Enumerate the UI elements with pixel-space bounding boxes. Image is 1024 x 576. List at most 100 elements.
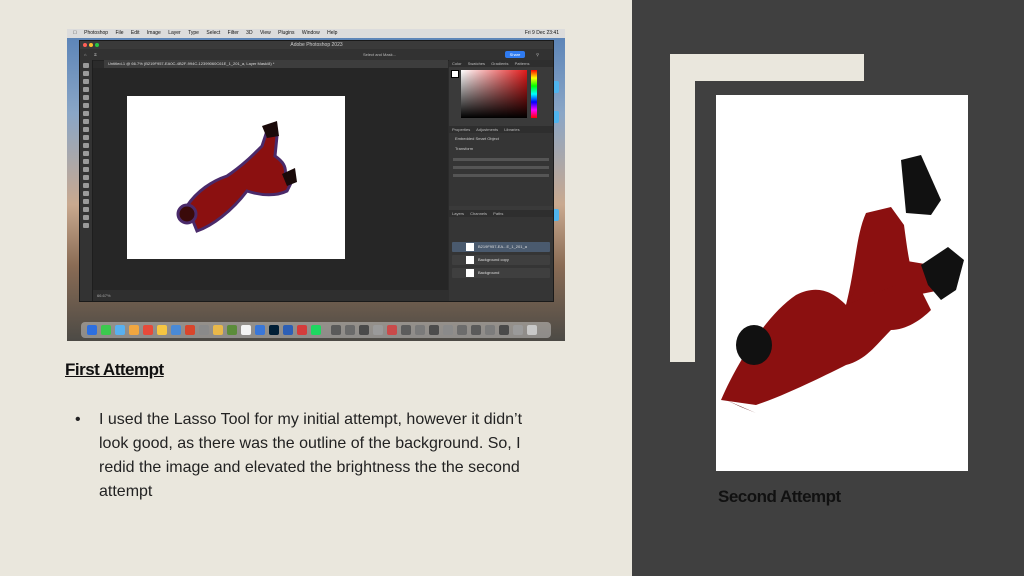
- stamp-tool-icon[interactable]: [83, 135, 89, 140]
- eyedropper-tool-icon[interactable]: [83, 111, 89, 116]
- menu-view[interactable]: View: [260, 30, 271, 36]
- messages-icon[interactable]: [101, 325, 111, 335]
- type-tool-icon[interactable]: [83, 191, 89, 196]
- brush-tool-icon[interactable]: [83, 127, 89, 132]
- hue-slider[interactable]: [531, 70, 537, 118]
- recent-app-icon[interactable]: [499, 325, 509, 335]
- layer-row[interactable]: B219F957-EA...E_1_201_a: [452, 242, 550, 252]
- recent-app-icon[interactable]: [387, 325, 397, 335]
- minecraft-icon[interactable]: [227, 325, 237, 335]
- recent-app-icon[interactable]: [429, 325, 439, 335]
- color-picker-field[interactable]: [461, 70, 527, 118]
- recent-app-icon[interactable]: [415, 325, 425, 335]
- spotify-icon[interactable]: [311, 325, 321, 335]
- tab-adjustments[interactable]: Adjustments: [476, 127, 498, 132]
- menu-3d[interactable]: 3D: [246, 30, 252, 36]
- maximize-window-icon[interactable]: [95, 43, 99, 47]
- close-window-icon[interactable]: [83, 43, 87, 47]
- photos-icon[interactable]: [129, 325, 139, 335]
- properties-row[interactable]: [453, 174, 549, 177]
- tab-color[interactable]: Color: [452, 61, 462, 66]
- document-canvas[interactable]: [127, 96, 345, 259]
- recent-app-icon[interactable]: [345, 325, 355, 335]
- tab-patterns[interactable]: Patterns: [515, 61, 530, 66]
- recent-app-icon[interactable]: [471, 325, 481, 335]
- recent-app-icon[interactable]: [331, 325, 341, 335]
- document-tab[interactable]: Untitled-1 @ 66.7% (B219F957-EA0C-4B2F-9…: [104, 60, 448, 68]
- quick-select-tool-icon[interactable]: [83, 87, 89, 92]
- recent-app-icon[interactable]: [485, 325, 495, 335]
- lasso-tool-icon[interactable]: ⧖: [94, 49, 97, 60]
- move-tool-icon[interactable]: [83, 63, 89, 68]
- photoshop-dock-icon[interactable]: [269, 325, 279, 335]
- pen-tool-icon[interactable]: [83, 183, 89, 188]
- eraser-tool-icon[interactable]: [83, 151, 89, 156]
- app-icon[interactable]: [241, 325, 251, 335]
- foreground-color-swatch[interactable]: [451, 70, 459, 78]
- chrome-icon[interactable]: [255, 325, 265, 335]
- history-brush-icon[interactable]: [83, 143, 89, 148]
- canvas-area[interactable]: [93, 68, 448, 290]
- search-icon[interactable]: ⚲: [536, 49, 539, 60]
- menu-file[interactable]: File: [115, 30, 123, 36]
- shape-tool-icon[interactable]: [83, 207, 89, 212]
- marquee-tool-icon[interactable]: [83, 71, 89, 76]
- recent-app-icon[interactable]: [359, 325, 369, 335]
- tab-layers[interactable]: Layers: [452, 211, 464, 216]
- frame-tool-icon[interactable]: [83, 103, 89, 108]
- menu-plugins[interactable]: Plugins: [278, 30, 294, 36]
- tab-channels[interactable]: Channels: [470, 211, 487, 216]
- gradient-tool-icon[interactable]: [83, 159, 89, 164]
- menu-edit[interactable]: Edit: [131, 30, 140, 36]
- tab-libraries[interactable]: Libraries: [504, 127, 519, 132]
- tab-paths[interactable]: Paths: [493, 211, 503, 216]
- app-icon[interactable]: [297, 325, 307, 335]
- appstore-icon[interactable]: [171, 325, 181, 335]
- properties-row[interactable]: [453, 158, 549, 161]
- path-select-icon[interactable]: [83, 199, 89, 204]
- zoom-tool-icon[interactable]: [83, 223, 89, 228]
- music-icon[interactable]: [185, 325, 195, 335]
- menu-window[interactable]: Window: [302, 30, 320, 36]
- settings-icon[interactable]: [199, 325, 209, 335]
- menu-type[interactable]: Type: [188, 30, 199, 36]
- apple-icon[interactable]: : [73, 30, 77, 36]
- tab-swatches[interactable]: Swatches: [468, 61, 485, 66]
- tab-properties[interactable]: Properties: [452, 127, 470, 132]
- minimize-window-icon[interactable]: [89, 43, 93, 47]
- recent-app-icon[interactable]: [373, 325, 383, 335]
- trash-icon[interactable]: [527, 325, 537, 335]
- calendar-icon[interactable]: [143, 325, 153, 335]
- menu-photoshop[interactable]: Photoshop: [84, 30, 108, 36]
- color-panel-tabs: Color Swatches Gradients Patterns: [449, 60, 553, 67]
- mac-menubar:  Photoshop File Edit Image Layer Type S…: [67, 29, 565, 38]
- menu-layer[interactable]: Layer: [168, 30, 181, 36]
- menu-image[interactable]: Image: [147, 30, 161, 36]
- recent-app-icon[interactable]: [457, 325, 467, 335]
- notes-icon[interactable]: [157, 325, 167, 335]
- menu-filter[interactable]: Filter: [228, 30, 239, 36]
- lasso-tool-icon[interactable]: [83, 79, 89, 84]
- layer-row[interactable]: Background: [452, 268, 550, 278]
- recent-app-icon[interactable]: [443, 325, 453, 335]
- crop-tool-icon[interactable]: [83, 95, 89, 100]
- mail-icon[interactable]: [115, 325, 125, 335]
- dodge-tool-icon[interactable]: [83, 175, 89, 180]
- select-and-mask-button[interactable]: Select and Mask...: [363, 49, 396, 60]
- app-icon[interactable]: [213, 325, 223, 335]
- healing-tool-icon[interactable]: [83, 119, 89, 124]
- tab-gradients[interactable]: Gradients: [491, 61, 508, 66]
- menu-select[interactable]: Select: [206, 30, 220, 36]
- recent-app-icon[interactable]: [513, 325, 523, 335]
- share-button[interactable]: Share: [505, 51, 525, 58]
- properties-row[interactable]: [453, 166, 549, 169]
- home-icon[interactable]: ⌂: [84, 49, 86, 60]
- blur-tool-icon[interactable]: [83, 167, 89, 172]
- menu-help[interactable]: Help: [327, 30, 337, 36]
- menubar-clock[interactable]: Fri 9 Dec 23:41: [525, 29, 559, 38]
- recent-app-icon[interactable]: [401, 325, 411, 335]
- app-icon[interactable]: [283, 325, 293, 335]
- hand-tool-icon[interactable]: [83, 215, 89, 220]
- layer-row[interactable]: Background copy: [452, 255, 550, 265]
- finder-icon[interactable]: [87, 325, 97, 335]
